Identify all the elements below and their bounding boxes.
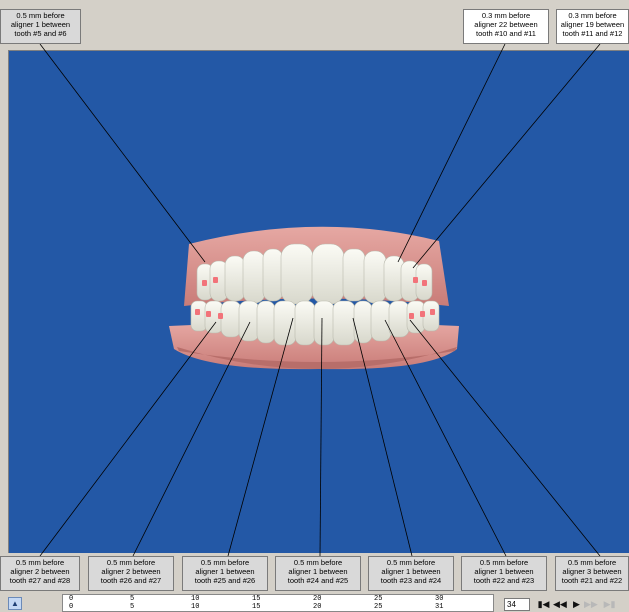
stage-timeline-ruler[interactable]: 0 5 10 15 20 25 30 0 5 10 15 20 25 31: [62, 594, 494, 612]
ruler-tick-lower: 5: [130, 603, 135, 611]
ruler-tick-lower: 15: [252, 603, 261, 611]
top-callout-1: 0.5 mm before aligner 1 between tooth #5…: [0, 9, 81, 44]
ruler-tick-lower: 25: [374, 603, 383, 611]
fast-forward-icon: ▶▶: [584, 599, 598, 609]
current-stage-field[interactable]: 34: [504, 598, 530, 611]
ruler-tick-lower: 20: [313, 603, 322, 611]
play-icon: ▶: [573, 599, 580, 609]
chevron-up-icon: ▲: [11, 599, 19, 608]
scroll-up-button[interactable]: ▲: [8, 597, 22, 610]
3d-viewport[interactable]: [8, 50, 629, 553]
skip-first-icon: ▮◀: [537, 599, 550, 609]
ruler-tick-upper: 5: [130, 595, 135, 603]
bottom-callout-7: 0.5 mm before aligner 3 between tooth #2…: [555, 556, 629, 591]
dental-arch-model[interactable]: [9, 51, 629, 553]
play-button[interactable]: ▶: [570, 598, 583, 611]
ruler-tick-upper: 10: [191, 595, 200, 603]
next-stage-button[interactable]: ▶▶: [584, 598, 598, 611]
ruler-tick-upper: 20: [313, 595, 322, 603]
top-callout-2: 0.3 mm before aligner 22 between tooth #…: [463, 9, 549, 44]
ruler-tick-upper: 15: [252, 595, 261, 603]
ruler-tick-lower: 31: [435, 603, 444, 611]
skip-last-icon: ▶▮: [603, 599, 616, 609]
bottom-callout-4: 0.5 mm before aligner 1 between tooth #2…: [275, 556, 361, 591]
last-stage-button[interactable]: ▶▮: [603, 598, 616, 611]
previous-stage-button[interactable]: ◀◀: [553, 598, 567, 611]
rewind-icon: ◀◀: [553, 599, 567, 609]
ruler-tick-lower: 0: [69, 603, 74, 611]
ruler-tick-upper: 30: [435, 595, 444, 603]
bottom-callout-6: 0.5 mm before aligner 1 between tooth #2…: [461, 556, 547, 591]
ruler-tick-lower: 10: [191, 603, 200, 611]
ruler-tick-upper: 25: [374, 595, 383, 603]
bottom-callout-5: 0.5 mm before aligner 1 between tooth #2…: [368, 556, 454, 591]
bottom-callout-2: 0.5 mm before aligner 2 between tooth #2…: [88, 556, 174, 591]
first-stage-button[interactable]: ▮◀: [537, 598, 550, 611]
bottom-callout-3: 0.5 mm before aligner 1 between tooth #2…: [182, 556, 268, 591]
ruler-tick-upper: 0: [69, 595, 74, 603]
top-callout-3: 0.3 mm before aligner 19 between tooth #…: [556, 9, 629, 44]
bottom-callout-1: 0.5 mm before aligner 2 between tooth #2…: [0, 556, 80, 591]
